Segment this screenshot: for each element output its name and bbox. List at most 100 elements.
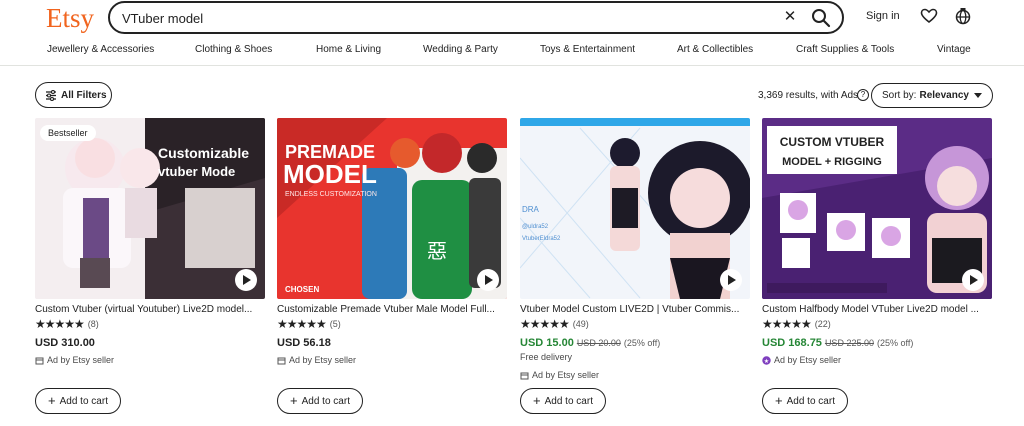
price: USD 168.75 USD 225.00 (25% off) (762, 337, 913, 349)
chevron-down-icon (974, 93, 982, 98)
play-video-icon[interactable] (720, 269, 742, 291)
add-to-cart-button[interactable]: + Add to cart (35, 388, 121, 414)
category-jewellery[interactable]: Jewellery & Accessories (47, 44, 154, 55)
all-filters-label: All Filters (61, 89, 107, 101)
search-bar[interactable]: VTuber model ✕ (108, 1, 844, 34)
category-nav: Jewellery & Accessories Clothing & Shoes… (0, 44, 1024, 60)
stars-icon: ★★★★★ (520, 317, 570, 331)
category-toys[interactable]: Toys & Entertainment (540, 44, 635, 55)
add-to-cart-button[interactable]: + Add to cart (277, 388, 363, 414)
review-count: (49) (572, 319, 589, 329)
stars-icon: ★★★★★ (35, 317, 85, 331)
star-seller-icon: ★ (762, 355, 771, 365)
ad-shop-icon (520, 372, 529, 379)
sale-price: USD 168.75 (762, 337, 822, 349)
discount: (25% off) (623, 338, 661, 348)
listing-card[interactable]: DRA @uldra52 VtuberEldra52 Vtuber Model … (520, 118, 750, 418)
listing-image[interactable]: DRA @uldra52 VtuberEldra52 (520, 118, 750, 299)
category-home[interactable]: Home & Living (316, 44, 381, 55)
sort-dropdown[interactable]: Sort by: Relevancy (871, 83, 993, 108)
review-count: (22) (814, 319, 831, 329)
play-video-icon[interactable] (962, 269, 984, 291)
ad-shop-icon (35, 357, 44, 364)
listing-title[interactable]: Customizable Premade Vtuber Male Model F… (277, 304, 509, 315)
gift-globe-icon[interactable] (954, 7, 972, 25)
category-art[interactable]: Art & Collectibles (677, 44, 753, 55)
thumb-text-1: Customizable (158, 145, 249, 161)
ad-label: ★ Ad by Etsy seller (762, 355, 841, 365)
bestseller-badge: Bestseller (40, 125, 96, 141)
sort-prefix: Sort by: (882, 90, 917, 101)
filter-sliders-icon (46, 89, 56, 101)
ad-text: Ad by Etsy seller (532, 370, 600, 380)
listing-card[interactable]: CUSTOM VTUBER MODEL + RIGGING Custom Hal… (762, 118, 992, 418)
rating: ★★★★★ (8) (35, 317, 99, 331)
results-count: 3,369 results, with Ads (758, 90, 859, 101)
search-input[interactable]: VTuber model (122, 11, 203, 26)
thumb-text-2: @uldra52 (522, 224, 549, 230)
thumb-text-3: ENDLESS CUSTOMIZATION (285, 191, 377, 198)
sale-price: USD 56.18 (277, 337, 331, 349)
listing-thumbnail: CUSTOM VTUBER MODEL + RIGGING (762, 118, 992, 299)
add-to-cart-label: Add to cart (544, 395, 593, 407)
sort-value: Relevancy (919, 90, 969, 101)
all-filters-button[interactable]: All Filters (35, 82, 112, 108)
discount: (25% off) (876, 338, 914, 348)
add-to-cart-button[interactable]: + Add to cart (520, 388, 606, 414)
search-icon[interactable] (810, 7, 832, 29)
thumb-text-3: VtuberEldra52 (522, 236, 561, 242)
listing-thumbnail: DRA @uldra52 VtuberEldra52 (520, 118, 750, 299)
original-price: USD 225.00 (824, 338, 874, 348)
category-wedding[interactable]: Wedding & Party (423, 44, 498, 55)
ad-label: Ad by Etsy seller (35, 355, 114, 365)
add-to-cart-label: Add to cart (59, 395, 108, 407)
listing-image[interactable]: Customizable vtuber Mode Bestseller (35, 118, 265, 299)
listing-title[interactable]: Vtuber Model Custom LIVE2D | Vtuber Comm… (520, 304, 752, 315)
listing-image[interactable]: 惡 PREMADE MODEL ENDLESS CUSTOMIZATION CH… (277, 118, 507, 299)
ad-text: Ad by Etsy seller (47, 355, 115, 365)
listing-title[interactable]: Custom Halfbody Model VTuber Live2D mode… (762, 304, 994, 315)
original-price: USD 20.00 (576, 338, 621, 348)
add-to-cart-label: Add to cart (301, 395, 350, 407)
stars-icon: ★★★★★ (762, 317, 812, 331)
favorites-heart-icon[interactable] (920, 7, 938, 25)
ad-text: Ad by Etsy seller (289, 355, 357, 365)
ad-shop-icon (277, 357, 286, 364)
sale-price: USD 15.00 (520, 337, 574, 349)
category-clothing[interactable]: Clothing & Shoes (195, 44, 272, 55)
svg-text:惡: 惡 (427, 241, 447, 263)
play-video-icon[interactable] (477, 269, 499, 291)
price: USD 56.18 (277, 337, 331, 349)
listing-thumbnail: Customizable vtuber Mode (35, 118, 265, 299)
price: USD 15.00 USD 20.00 (25% off) (520, 337, 660, 349)
category-vintage[interactable]: Vintage (937, 44, 971, 55)
stars-icon: ★★★★★ (277, 317, 327, 331)
rating: ★★★★★ (5) (277, 317, 341, 331)
category-craft[interactable]: Craft Supplies & Tools (796, 44, 894, 55)
etsy-logo[interactable]: Etsy (46, 3, 94, 34)
sale-price: USD 310.00 (35, 337, 95, 349)
listing-image[interactable]: CUSTOM VTUBER MODEL + RIGGING (762, 118, 992, 299)
site-header: Etsy VTuber model ✕ Sign in Jewellery & … (0, 0, 1024, 66)
play-video-icon[interactable] (235, 269, 257, 291)
plus-icon: + (290, 393, 298, 408)
ad-text: Ad by Etsy seller (774, 355, 842, 365)
clear-search-icon[interactable]: ✕ (781, 8, 799, 26)
add-to-cart-button[interactable]: + Add to cart (762, 388, 848, 414)
listing-thumbnail: 惡 PREMADE MODEL ENDLESS CUSTOMIZATION CH… (277, 118, 507, 299)
thumb-text-1: DRA (522, 205, 540, 214)
listing-card[interactable]: 惡 PREMADE MODEL ENDLESS CUSTOMIZATION CH… (277, 118, 507, 418)
listing-card[interactable]: Customizable vtuber Mode Bestseller Cust… (35, 118, 265, 418)
sign-in-link[interactable]: Sign in (866, 10, 900, 22)
add-to-cart-label: Add to cart (786, 395, 835, 407)
plus-icon: + (48, 393, 56, 408)
ads-info-icon[interactable]: ? (857, 89, 869, 101)
thumb-text-2: MODEL (283, 159, 377, 189)
thumb-text-2: MODEL + RIGGING (782, 156, 882, 168)
ad-label: Ad by Etsy seller (277, 355, 356, 365)
ad-label: Ad by Etsy seller (520, 370, 599, 380)
thumb-text-2: vtuber Mode (158, 164, 235, 179)
thumb-text-1: CUSTOM VTUBER (780, 135, 885, 149)
rating: ★★★★★ (49) (520, 317, 589, 331)
listing-title[interactable]: Custom Vtuber (virtual Youtuber) Live2D … (35, 304, 267, 315)
